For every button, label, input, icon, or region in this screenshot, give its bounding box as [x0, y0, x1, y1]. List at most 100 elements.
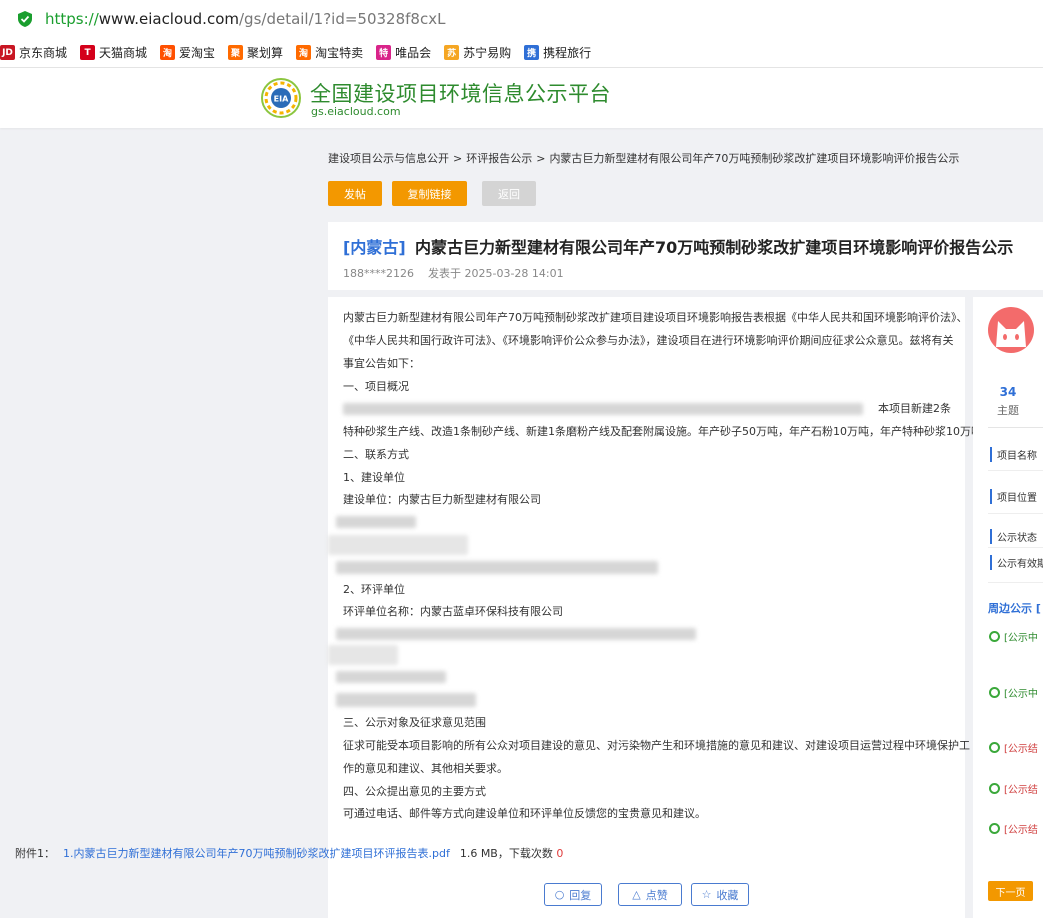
post-button[interactable]: 发帖	[328, 181, 382, 206]
bookmark-label: 唯品会	[395, 46, 432, 60]
article-title-card: [内蒙古] 内蒙古巨力新型建材有限公司年产70万吨预制砂浆改扩建项目环境影响评价…	[328, 222, 1043, 290]
article-body: 内蒙古巨力新型建材有限公司年产70万吨预制砂浆改扩建项目建设项目环境影响报告表根…	[328, 297, 993, 918]
bookmark-item[interactable]: 特唯品会	[376, 44, 431, 61]
redacted-text	[336, 561, 658, 574]
reply-label: 回复	[569, 888, 592, 902]
section-heading: 四、公众提出意见的主要方式	[343, 785, 486, 798]
bookmark-item[interactable]: JD 京东商城	[0, 44, 67, 61]
site-title[interactable]: 全国建设项目环境信息公示平台	[310, 78, 611, 108]
sub-heading: 2、环评单位	[343, 583, 405, 596]
taobao-sale-icon: 淘	[296, 45, 312, 60]
topic-count: 34	[999, 385, 1017, 399]
status-dot-icon	[989, 783, 1000, 794]
address-bar[interactable]: https://www.eiacloud.com/gs/detail/1?id=…	[0, 0, 1043, 38]
field-project-name: 项目名称	[990, 447, 1037, 462]
body-line: 建设单位：内蒙古巨力新型建材有限公司	[343, 493, 541, 506]
body-line: 内蒙古巨力新型建材有限公司年产70万吨预制砂浆改扩建项目建设项目环境影响报告表根…	[343, 311, 968, 324]
like-label: 点赞	[645, 888, 668, 902]
field-validity: 公示有效期	[990, 555, 1043, 570]
attachment-row: 附件1： 1.内蒙古巨力新型建材有限公司年产70万吨预制砂浆改扩建项目环评报告表.…	[15, 845, 563, 861]
divider	[988, 470, 1043, 471]
attachment-link[interactable]: 1.内蒙古巨力新型建材有限公司年产70万吨预制砂浆改扩建项目环评报告表.pdf	[63, 847, 450, 860]
redacted-text	[343, 403, 863, 415]
region-tag[interactable]: [内蒙古]	[343, 234, 406, 258]
attachment-label: 附件1：	[15, 847, 55, 860]
secure-shield-icon	[18, 11, 32, 27]
site-subtitle: gs.eiacloud.com	[311, 105, 401, 118]
field-project-location: 项目位置	[990, 489, 1037, 504]
site-header: EIA 全国建设项目环境信息公示平台 gs.eiacloud.com	[0, 68, 1043, 128]
bookmark-item[interactable]: 携携程旅行	[524, 44, 591, 61]
bookmark-label: 聚划算	[247, 46, 284, 60]
breadcrumb-separator: >	[453, 152, 463, 165]
section-heading: 二、联系方式	[343, 448, 409, 461]
topic-count-label: 主题	[997, 404, 1019, 417]
body-line: 征求可能受本项目影响的所有公众对项目建设的意见、对污染物产生和环境措施的意见和建…	[343, 739, 970, 752]
url-text[interactable]: https://www.eiacloud.com/gs/detail/1?id=…	[45, 10, 445, 28]
redacted-text	[336, 516, 416, 528]
sub-heading: 1、建设单位	[343, 471, 405, 484]
body-line: 可通过电话、邮件等方式向建设单位和环评单位反馈您的宝贵意见和建议。	[343, 807, 706, 820]
divider	[988, 547, 1043, 548]
status-dot-icon	[989, 687, 1000, 698]
nearby-item[interactable]: [公示结	[989, 740, 1038, 755]
ctrip-icon: 携	[524, 45, 540, 60]
download-count: 0	[556, 847, 564, 860]
status-dot-icon	[989, 823, 1000, 834]
status-dot-icon	[989, 742, 1000, 753]
attachment-size: 1.6 MB，下载次数	[459, 847, 553, 860]
body-line: 环评单位名称：内蒙古蓝卓环保科技有限公司	[343, 605, 563, 618]
nearby-title[interactable]: 周边公示 [	[988, 600, 1041, 616]
article-meta: 188****2126 发表于 2025-03-28 14:01	[343, 265, 564, 281]
right-sidebar: 34 主题 项目名称 项目位置 公示状态 公示有效期 周边公示 [ [公示中 […	[973, 297, 1043, 918]
bookmark-item[interactable]: 淘爱淘宝	[160, 44, 215, 61]
aitaobao-icon: 淘	[160, 45, 176, 60]
favorite-button[interactable]: ☆ 收藏	[691, 883, 749, 906]
breadcrumb-item-public[interactable]: 建设项目公示与信息公开	[328, 152, 449, 165]
reply-button[interactable]: ○ 回复	[544, 883, 602, 906]
nearby-item-label: [公示结	[1004, 744, 1038, 755]
bookmark-label: 爱淘宝	[179, 46, 216, 60]
next-page-button[interactable]: 下一页	[988, 881, 1033, 901]
status-dot-icon	[989, 631, 1000, 642]
divider	[988, 427, 1043, 428]
jd-icon: JD	[0, 45, 15, 60]
redacted-text	[328, 645, 398, 665]
redacted-text	[336, 671, 446, 683]
body-line: 本项目新建2条	[878, 402, 951, 415]
breadcrumb-item-eia[interactable]: 环评报告公示	[466, 152, 532, 165]
nearby-item[interactable]: [公示结	[989, 781, 1038, 796]
logo-text: EIA	[274, 95, 289, 104]
tmall-icon: T	[80, 45, 96, 60]
suning-icon: 苏	[444, 45, 460, 60]
breadcrumb-separator: >	[536, 152, 546, 165]
eia-logo-icon[interactable]: EIA	[261, 78, 301, 118]
back-button[interactable]: 返回	[482, 181, 536, 206]
bookmark-label: 苏宁易购	[463, 46, 512, 60]
redacted-text	[336, 693, 476, 707]
comment-icon: ○	[554, 888, 565, 901]
vip-icon: 特	[376, 45, 392, 60]
avatar[interactable]	[988, 307, 1034, 353]
bookmark-label: 京东商城	[19, 46, 68, 60]
bookmark-item[interactable]: T 天猫商城	[80, 44, 147, 61]
nearby-item-label: [公示结	[1004, 825, 1038, 836]
bookmark-item[interactable]: 苏苏宁易购	[444, 44, 511, 61]
nearby-item-label: [公示结	[1004, 785, 1038, 796]
nearby-item[interactable]: [公示结	[989, 821, 1038, 836]
field-status: 公示状态	[990, 529, 1037, 544]
breadcrumb: 建设项目公示与信息公开 > 环评报告公示 > 内蒙古巨力新型建材有限公司年产70万吨预制…	[328, 150, 959, 166]
nearby-item[interactable]: [公示中	[989, 685, 1038, 700]
bookmark-item[interactable]: 淘淘宝特卖	[296, 44, 363, 61]
body-line: 特种砂浆生产线、改造1条制砂产线、新建1条磨粉产线及配套附属设施。年产砂子50万…	[343, 425, 993, 438]
bookmarks-bar: JD 京东商城 T 天猫商城淘爱淘宝聚聚划算淘淘宝特卖特唯品会苏苏宁易购携携程旅行	[0, 38, 1043, 68]
juhuasuan-icon: 聚	[228, 45, 244, 60]
like-button[interactable]: △ 点赞	[618, 883, 682, 906]
nearby-item[interactable]: [公示中	[989, 629, 1038, 644]
body-line: 《中华人民共和国行政许可法》、《环境影响评价公众参与办法》，建设项目在进行环境影…	[343, 334, 954, 347]
section-heading: 一、项目概况	[343, 380, 409, 393]
bookmark-label: 天猫商城	[99, 46, 148, 60]
author[interactable]: 188****2126	[343, 267, 414, 280]
copy-link-button[interactable]: 复制链接	[392, 181, 467, 206]
bookmark-item[interactable]: 聚聚划算	[228, 44, 283, 61]
